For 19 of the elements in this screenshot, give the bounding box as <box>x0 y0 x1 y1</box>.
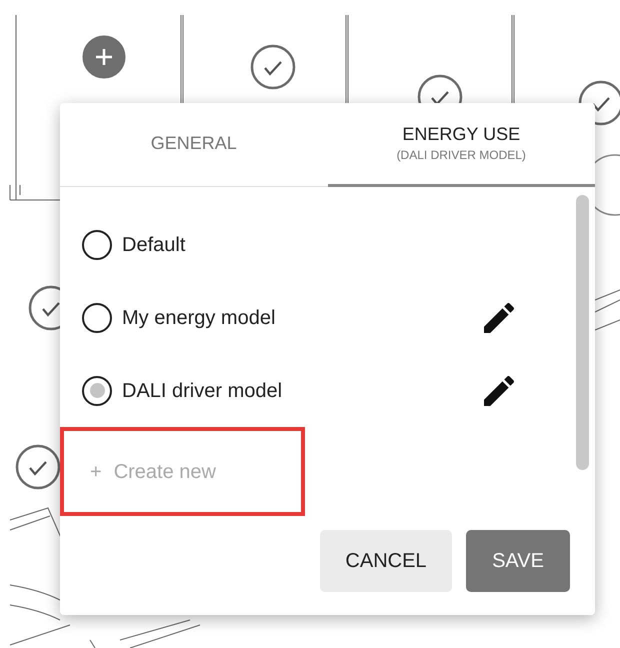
radio-button[interactable] <box>82 302 112 333</box>
fixture-drawing <box>594 290 620 330</box>
check-circle-icon[interactable] <box>16 444 60 490</box>
radio-button[interactable] <box>82 230 112 260</box>
add-button-icon[interactable] <box>80 32 128 82</box>
pencil-icon[interactable] <box>484 376 514 406</box>
pencil-icon[interactable] <box>484 302 514 333</box>
radio-button[interactable] <box>82 376 112 406</box>
option-label: My energy model <box>122 306 276 331</box>
tab[interactable]: ENERGY USE (DALI DRIVER MODEL) <box>328 103 595 187</box>
scrollbar[interactable] <box>576 195 589 470</box>
cancel-button[interactable]: CANCEL <box>320 530 452 592</box>
save-button[interactable]: SAVE <box>466 530 570 592</box>
create-new-button[interactable]: + Create new <box>90 456 216 487</box>
option-label: Default <box>122 232 186 258</box>
option-label: DALI driver model <box>122 378 282 404</box>
arc-drawing <box>10 584 60 620</box>
check-circle-icon[interactable] <box>250 44 296 90</box>
tab[interactable]: GENERAL <box>60 103 328 187</box>
